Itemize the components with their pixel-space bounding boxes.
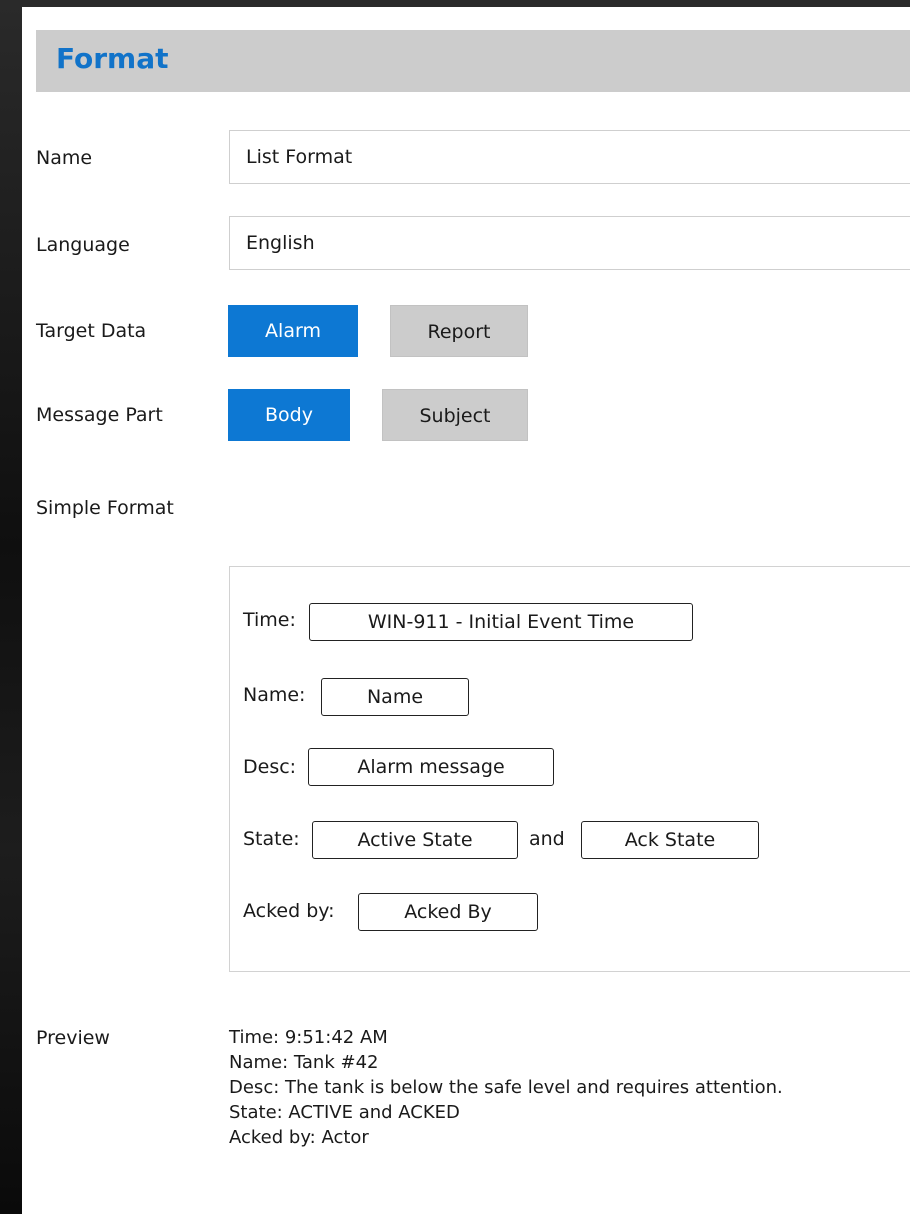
name-label: Name	[36, 147, 93, 169]
message-subject-button[interactable]: Subject	[382, 389, 528, 441]
target-report-button[interactable]: Report	[390, 305, 528, 357]
format-panel: Format Name List Format Language English…	[22, 7, 910, 1214]
name-field-value: List Format	[246, 146, 353, 168]
message-body-button[interactable]: Body	[228, 389, 350, 441]
panel-header: Format	[36, 30, 910, 92]
preview-line-acked-by: Acked by: Actor	[229, 1127, 369, 1148]
language-label: Language	[36, 234, 130, 256]
format-name-label: Name:	[243, 684, 306, 706]
token-active-state[interactable]: Active State	[312, 821, 518, 859]
format-time-label: Time:	[243, 609, 296, 631]
target-data-label: Target Data	[36, 320, 147, 342]
preview-line-time: Time: 9:51:42 AM	[229, 1027, 388, 1048]
format-and-text: and	[529, 828, 565, 850]
token-acked-by[interactable]: Acked By	[358, 893, 538, 931]
language-field-value: English	[246, 232, 315, 254]
simple-format-editor[interactable]: Time: WIN-911 - Initial Event Time Name:…	[229, 566, 910, 972]
preview-label: Preview	[36, 1027, 110, 1049]
format-state-label: State:	[243, 828, 300, 850]
simple-format-label: Simple Format	[36, 497, 174, 519]
token-alarm-message[interactable]: Alarm message	[308, 748, 554, 786]
token-ack-state[interactable]: Ack State	[581, 821, 759, 859]
page-title: Format	[56, 42, 169, 75]
token-name[interactable]: Name	[321, 678, 469, 716]
token-initial-event-time[interactable]: WIN-911 - Initial Event Time	[309, 603, 693, 641]
name-field[interactable]: List Format	[229, 130, 910, 184]
format-acked-by-label: Acked by:	[243, 900, 335, 922]
format-desc-label: Desc:	[243, 756, 297, 778]
preview-line-state: State: ACTIVE and ACKED	[229, 1102, 460, 1123]
preview-text: Time: 9:51:42 AM Name: Tank #42 Desc: Th…	[229, 1025, 783, 1150]
message-part-label: Message Part	[36, 404, 163, 426]
target-alarm-button[interactable]: Alarm	[228, 305, 358, 357]
preview-line-name: Name: Tank #42	[229, 1052, 379, 1073]
preview-line-desc: Desc: The tank is below the safe level a…	[229, 1077, 783, 1098]
language-field[interactable]: English	[229, 216, 910, 270]
